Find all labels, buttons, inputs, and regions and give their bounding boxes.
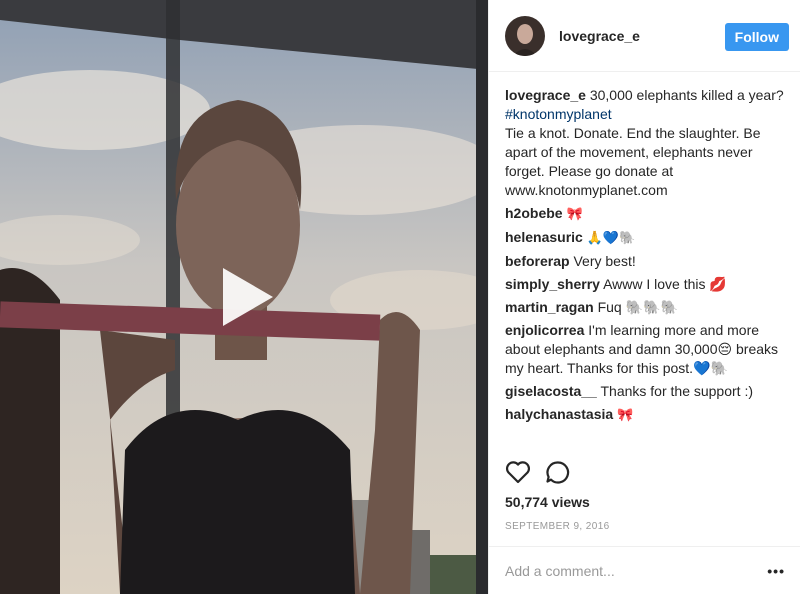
comment-username[interactable]: halychanastasia <box>505 406 613 422</box>
comment-username[interactable]: helenasuric <box>505 229 583 245</box>
comment-username[interactable]: h2obebe <box>505 205 563 221</box>
caption-username[interactable]: lovegrace_e <box>505 87 586 103</box>
comment-icon[interactable] <box>545 460 571 484</box>
list-item: enjolicorrea I'm learning more and more … <box>505 321 784 378</box>
comment-text: 🙏💙🐘 <box>586 231 636 246</box>
comment-text: Thanks for the support :) <box>600 383 754 399</box>
instagram-post: lovegrace_e Follow lovegrace_e 30,000 el… <box>0 0 800 594</box>
header-username[interactable]: lovegrace_e <box>559 28 640 44</box>
comment-list: lovegrace_e 30,000 elephants killed a ye… <box>489 72 800 452</box>
comment-username[interactable]: enjolicorrea <box>505 322 584 338</box>
comment-text: Very best! <box>573 253 636 269</box>
play-icon[interactable] <box>209 262 279 332</box>
caption-text: 30,000 elephants killed a year? <box>589 87 784 103</box>
comment-text: 🎀 <box>617 408 634 423</box>
post-sidebar: lovegrace_e Follow lovegrace_e 30,000 el… <box>488 0 800 594</box>
list-item: simply_sherry Awww I love this 💋 <box>505 275 784 294</box>
list-item: giselacosta__ Thanks for the support :) <box>505 382 784 401</box>
list-item: helenasuric 🙏💙🐘 <box>505 228 784 248</box>
more-options-icon[interactable]: ••• <box>767 563 785 579</box>
list-item: martin_ragan Fuq 🐘🐘🐘 <box>505 298 784 317</box>
comment-text: Fuq 🐘🐘🐘 <box>597 299 678 315</box>
comment-input[interactable] <box>505 562 768 579</box>
list-item: halychanastasia 🎀 <box>505 405 784 425</box>
comment-text: 🎀 <box>566 207 583 222</box>
post-date: SEPTEMBER 9, 2016 <box>505 521 610 532</box>
avatar[interactable] <box>505 15 545 56</box>
list-item: h2obebe 🎀 <box>505 204 784 224</box>
caption: lovegrace_e 30,000 elephants killed a ye… <box>505 86 784 200</box>
comment-username[interactable]: simply_sherry <box>505 276 600 292</box>
avatar-image <box>505 15 545 56</box>
post-actions <box>505 460 571 484</box>
comment-username[interactable]: martin_ragan <box>505 299 594 315</box>
comment-username[interactable]: beforerap <box>505 253 570 269</box>
caption-hashtag[interactable]: #knotonmyplanet <box>505 106 612 122</box>
post-video[interactable] <box>0 0 488 594</box>
list-item: beforerap Very best! <box>505 252 784 271</box>
heart-icon[interactable] <box>505 460 531 484</box>
post-header: lovegrace_e Follow <box>489 0 800 72</box>
comment-username[interactable]: giselacosta__ <box>505 383 597 399</box>
follow-button[interactable]: Follow <box>724 23 789 51</box>
comment-text: Awww I love this 💋 <box>603 276 727 292</box>
view-count[interactable]: 50,774 views <box>505 494 590 510</box>
add-comment-bar: ••• <box>489 546 800 594</box>
caption-body: Tie a knot. Donate. End the slaughter. B… <box>505 125 761 198</box>
